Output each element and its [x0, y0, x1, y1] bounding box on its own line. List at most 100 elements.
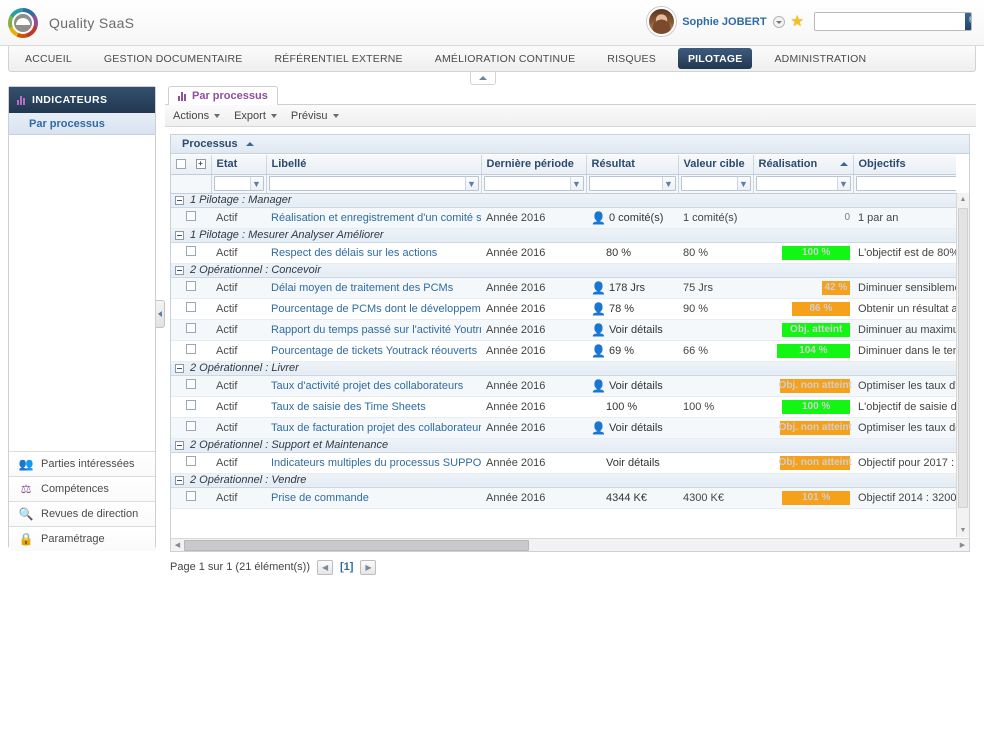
export-menu[interactable]: Export	[234, 110, 277, 122]
filter-cell-etat[interactable]: ▼	[211, 174, 267, 194]
cell-libelle[interactable]: Délai moyen de traitement des PCMs	[266, 277, 481, 299]
column-header-realisation[interactable]: Réalisation	[753, 155, 854, 175]
expand-all-icon[interactable]: +	[195, 159, 206, 170]
person-indicator-icon[interactable]: 👤	[591, 282, 606, 294]
row-checkbox[interactable]	[186, 400, 196, 410]
person-indicator-icon[interactable]: 👤	[591, 380, 606, 392]
select-all-checkbox[interactable]	[176, 159, 186, 170]
funnel-icon[interactable]: ▼	[249, 177, 263, 190]
table-row[interactable]: Actif Respect des délais sur les actions A…	[171, 242, 956, 264]
nav-item-amelioration-continue[interactable]: AMÉLIORATION CONTINUE	[419, 46, 592, 71]
funnel-icon[interactable]: ▼	[736, 177, 750, 190]
horizontal-scroll-thumb[interactable]	[184, 539, 529, 551]
row-checkbox[interactable]	[186, 302, 196, 312]
cell-libelle[interactable]: Taux de saisie des Time Sheets	[266, 396, 481, 418]
column-header-etat[interactable]: Etat	[211, 155, 267, 175]
filter-cell-realisation[interactable]: ▼	[753, 174, 854, 194]
table-row[interactable]: Actif Délai moyen de traitement des PCMs A…	[171, 277, 956, 299]
vertical-scroll-thumb[interactable]	[958, 208, 968, 508]
filter-cell-cible[interactable]: ▼	[678, 174, 754, 194]
previsu-menu[interactable]: Prévisu	[291, 110, 339, 122]
table-row[interactable]: Actif Pourcentage de PCMs dont le dévelop…	[171, 298, 956, 320]
scroll-right-icon[interactable]: ▶	[956, 541, 969, 549]
group-collapse-icon[interactable]	[175, 475, 184, 485]
table-row[interactable]: Actif Indicateurs multiples du processus …	[171, 452, 956, 474]
row-checkbox[interactable]	[186, 344, 196, 354]
horizontal-scrollbar[interactable]: ◀ ▶	[171, 538, 969, 551]
person-indicator-icon[interactable]: 👤	[591, 212, 606, 224]
actions-menu[interactable]: Actions	[173, 110, 221, 122]
sidebar-item-parties-interessees[interactable]: 👥 Parties intéressées	[9, 451, 155, 476]
group-collapse-icon[interactable]	[175, 440, 184, 450]
person-indicator-icon[interactable]: 👤	[591, 422, 606, 434]
cell-libelle[interactable]: Réalisation et enregistrement d'un comit…	[266, 207, 481, 229]
filter-cell-resultat[interactable]: ▼	[586, 174, 679, 194]
grid-group-row[interactable]: 2 Opérationnel : Support et Maintenance	[171, 437, 956, 453]
row-checkbox[interactable]	[186, 211, 196, 221]
filter-input-periode[interactable]	[484, 177, 570, 190]
user-name[interactable]: Sophie JOBERT	[682, 16, 766, 28]
row-checkbox[interactable]	[186, 323, 196, 333]
sidebar-collapse-handle[interactable]	[156, 300, 165, 328]
sort-asc-icon[interactable]	[245, 142, 254, 146]
group-collapse-icon[interactable]	[175, 363, 184, 373]
group-collapse-icon[interactable]	[175, 195, 184, 205]
group-collapse-icon[interactable]	[175, 265, 184, 275]
pagination-prev-button[interactable]: ◀	[317, 559, 334, 575]
row-checkbox[interactable]	[186, 491, 196, 501]
group-collapse-icon[interactable]	[175, 230, 184, 240]
table-row[interactable]: Actif Prise de commande Année 2016 4344 K€ 4…	[171, 487, 956, 509]
cell-libelle[interactable]: Rapport du temps passé sur l'activité Yo…	[266, 319, 481, 341]
cell-libelle[interactable]: Prise de commande	[266, 487, 481, 509]
sidebar-item-par-processus[interactable]: Par processus	[9, 113, 155, 135]
nav-item-referentiel-externe[interactable]: RÉFÉRENTIEL EXTERNE	[258, 46, 418, 71]
panel-collapse-toggle[interactable]	[470, 72, 496, 85]
cell-libelle[interactable]: Taux de facturation projet des collabora…	[266, 417, 481, 439]
table-row[interactable]: Actif Pourcentage de tickets Youtrack réo…	[171, 340, 956, 362]
column-header-valeur-cible[interactable]: Valeur cible	[678, 155, 754, 175]
chevron-down-icon[interactable]	[772, 15, 785, 28]
row-checkbox[interactable]	[186, 281, 196, 291]
filter-input-libelle[interactable]	[269, 177, 465, 190]
funnel-icon[interactable]: ▼	[836, 177, 850, 190]
grid-group-row[interactable]: 2 Opérationnel : Concevoir	[171, 262, 956, 278]
person-indicator-icon[interactable]: 👤	[591, 345, 606, 357]
table-row[interactable]: Actif Réalisation et enregistrement d'un …	[171, 207, 956, 229]
column-header-resultat[interactable]: Résultat	[586, 155, 679, 175]
cell-libelle[interactable]: Pourcentage de tickets Youtrack réouvert…	[266, 340, 481, 362]
sidebar-item-revues-de-direction[interactable]: 🔍 Revues de direction	[9, 501, 155, 526]
column-header-objectifs[interactable]: Objectifs	[853, 155, 956, 175]
filter-input-etat[interactable]	[214, 177, 250, 190]
filter-input-cible[interactable]	[681, 177, 737, 190]
filter-cell-periode[interactable]: ▼	[481, 174, 587, 194]
grid-group-row[interactable]: 2 Opérationnel : Livrer	[171, 360, 956, 376]
vertical-scrollbar[interactable]: ▲ ▼	[956, 193, 969, 537]
person-indicator-icon[interactable]: 👤	[591, 303, 606, 315]
cell-libelle[interactable]: Indicateurs multiples du processus SUPPO…	[266, 452, 481, 474]
funnel-icon[interactable]: ▼	[661, 177, 675, 190]
filter-input-resultat[interactable]	[589, 177, 662, 190]
cell-libelle[interactable]: Respect des délais sur les actions	[266, 242, 481, 264]
nav-item-risques[interactable]: RISQUES	[591, 46, 672, 71]
filter-cell-objectifs[interactable]	[853, 174, 956, 194]
nav-item-gestion-documentaire[interactable]: GESTION DOCUMENTAIRE	[88, 46, 259, 71]
search-icon[interactable]: 🔍	[965, 13, 971, 30]
nav-item-pilotage[interactable]: PILOTAGE	[677, 48, 753, 69]
scroll-left-icon[interactable]: ◀	[171, 541, 184, 549]
search-input[interactable]	[815, 13, 965, 30]
column-header-libelle[interactable]: Libellé	[266, 155, 482, 175]
star-icon[interactable]: ★	[791, 14, 804, 29]
row-checkbox[interactable]	[186, 379, 196, 389]
row-checkbox[interactable]	[186, 456, 196, 466]
pagination-next-button[interactable]: ▶	[360, 559, 377, 575]
row-checkbox[interactable]	[186, 246, 196, 256]
table-row[interactable]: Actif Taux d'activité projet des collabor…	[171, 375, 956, 397]
search-box[interactable]: 🔍	[814, 12, 972, 31]
grid-group-row[interactable]: 1 Pilotage : Mesurer Analyser Améliorer	[171, 227, 956, 243]
filter-cell-libelle[interactable]: ▼	[266, 174, 482, 194]
nav-item-administration[interactable]: ADMINISTRATION	[758, 46, 882, 71]
scroll-up-icon[interactable]: ▲	[957, 193, 969, 206]
funnel-icon[interactable]: ▼	[569, 177, 583, 190]
filter-input-objectifs[interactable]	[856, 177, 956, 190]
avatar[interactable]	[647, 7, 677, 36]
